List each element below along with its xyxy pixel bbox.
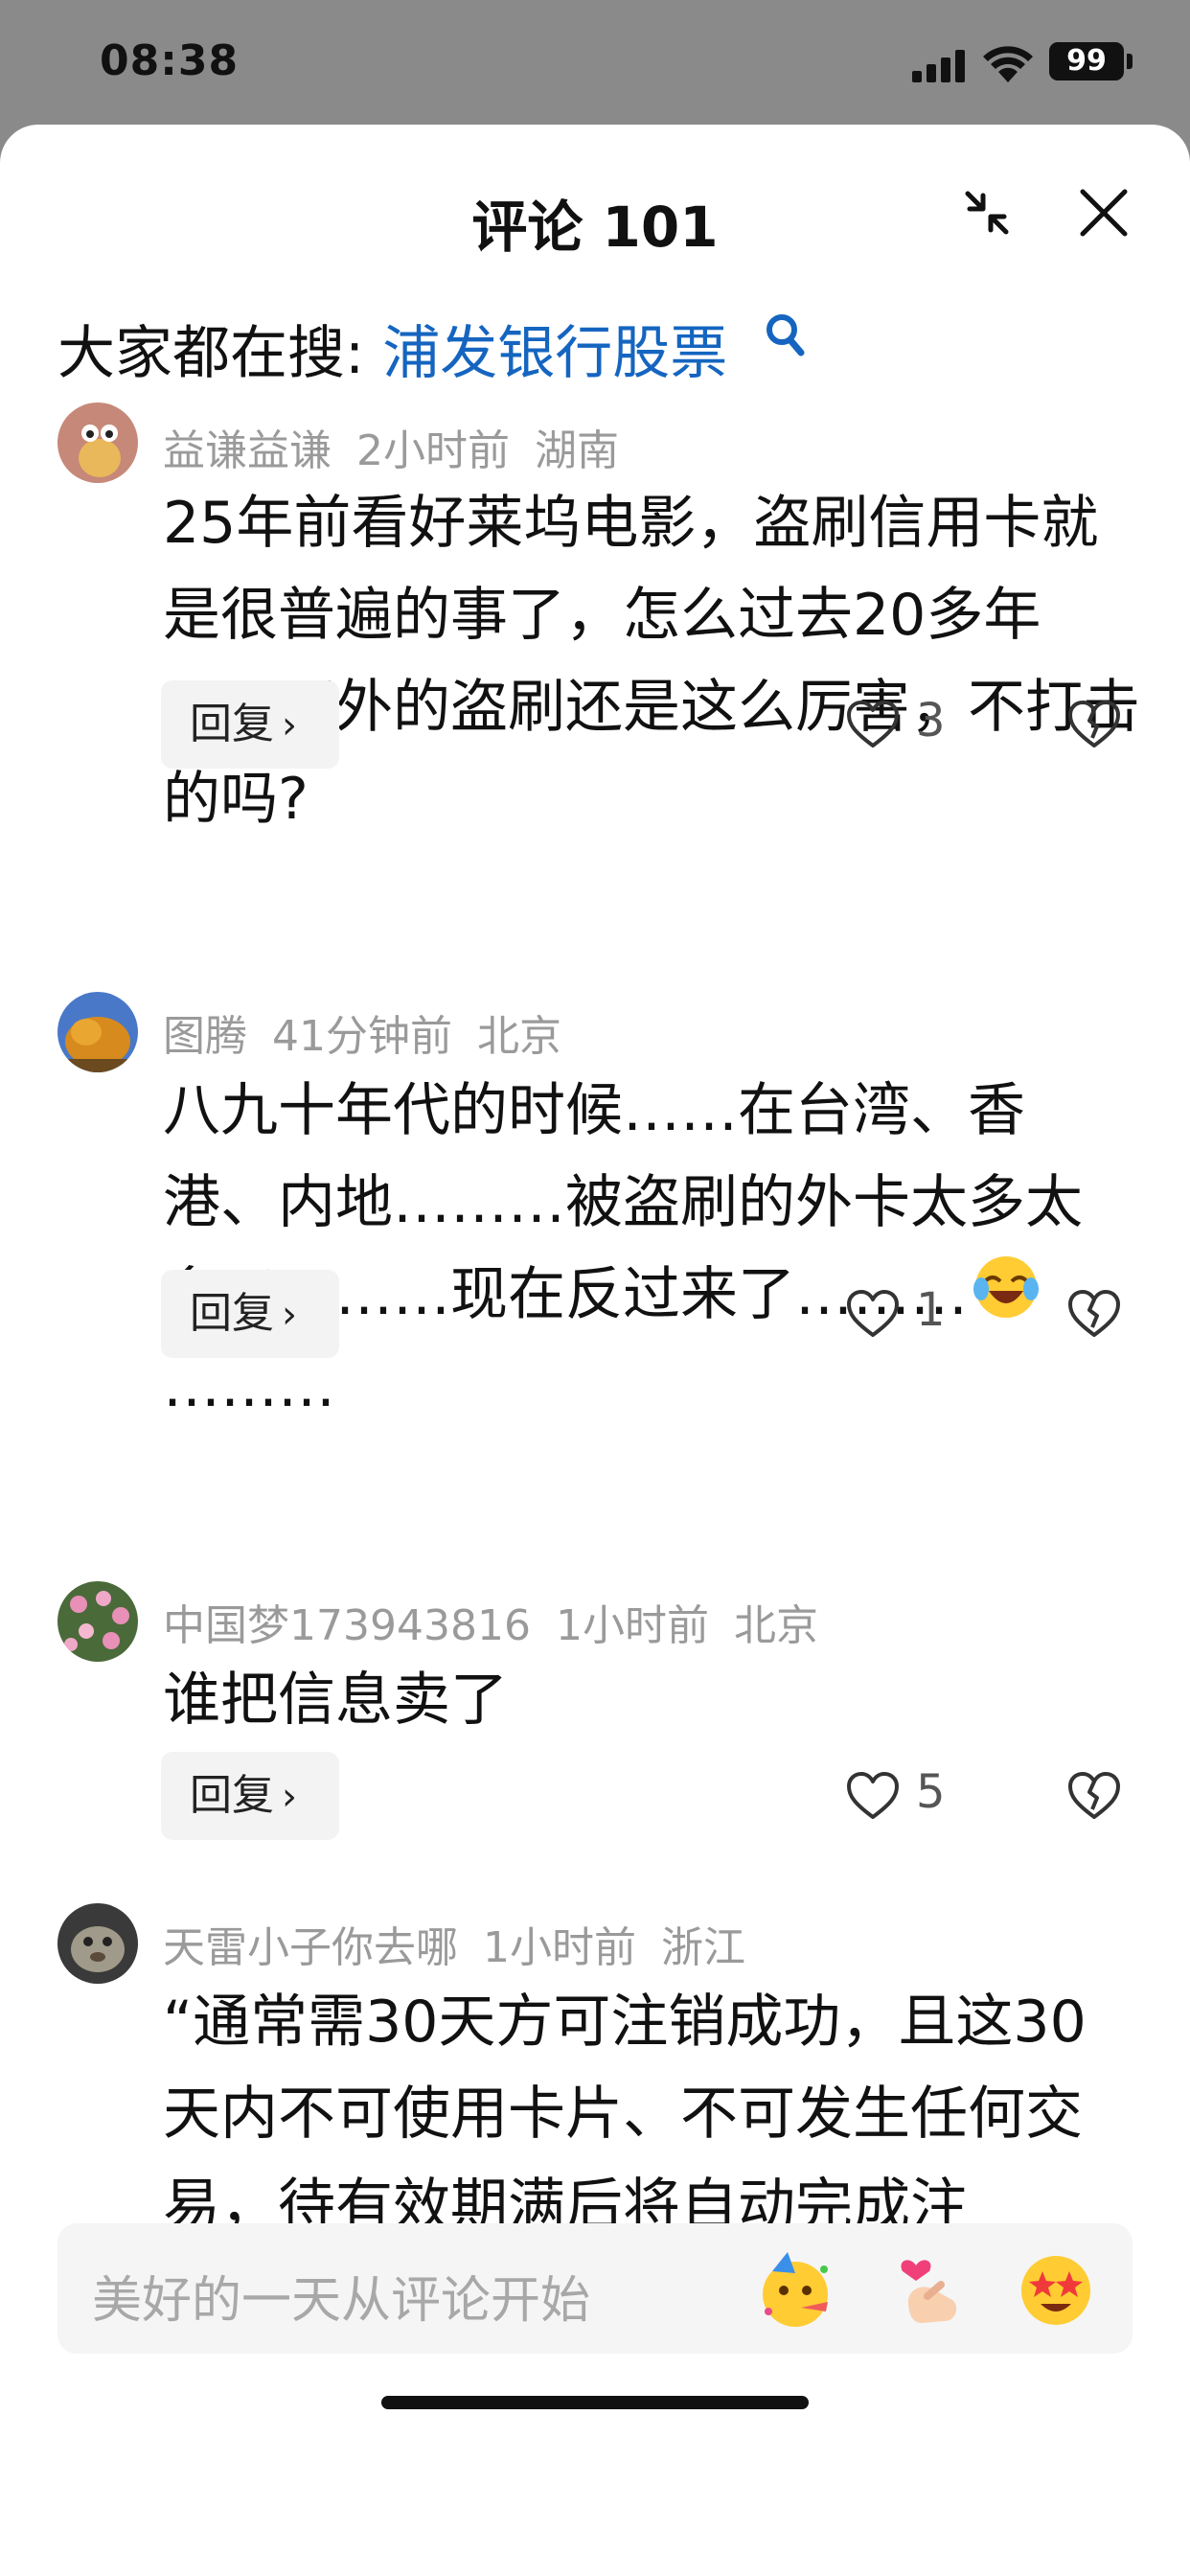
comment-meta: 益谦益谦 2小时前 湖南 [163,416,644,477]
reply-label: 回复 [190,1289,274,1338]
heart-icon[interactable] [845,1771,901,1821]
avatar[interactable] [57,1581,138,1662]
finger-heart-emoji-icon[interactable] [889,2248,973,2333]
comment-username[interactable]: 图腾 [163,1012,247,1061]
comment-location: 北京 [477,1012,561,1061]
heart-icon[interactable] [845,1289,901,1339]
comment-time: 41分钟前 [272,1012,452,1061]
comment-username[interactable]: 益谦益谦 [163,426,332,475]
comment-meta: 图腾 41分钟前 北京 [163,1001,586,1063]
comment-time: 1小时前 [555,1601,709,1650]
wifi-icon [983,46,1033,82]
like-count: 1 [916,1283,946,1337]
heart-icon[interactable] [845,700,901,749]
laughing-crying-emoji [972,1253,1041,1322]
broken-heart-icon[interactable] [1066,700,1122,749]
avatar[interactable] [57,992,138,1072]
comment-text: 八九十年代的时候……在台湾、香港、内地………被盗刷的外卡太多太多了………现在反过… [163,1065,1121,1433]
hot-search[interactable]: 大家都在搜: 浦发银行股票 [57,307,727,390]
chevron-right-icon: › [282,1293,297,1337]
reply-button[interactable]: 回复 › [161,680,339,769]
comment-meta: 天雷小子你去哪 1小时前 浙江 [163,1913,770,1974]
hot-search-prefix: 大家都在搜: [57,320,383,387]
comment-input-bar[interactable]: 美好的一天从评论开始 [57,2223,1133,2354]
comment-location: 浙江 [661,1923,745,1972]
like-count: 5 [916,1765,946,1819]
comment-text: 谁把信息卖了 [163,1667,508,1734]
party-face-emoji-icon[interactable] [753,2248,837,2333]
comment-input[interactable]: 美好的一天从评论开始 [92,2260,590,2332]
comment-item: 益谦益谦 2小时前 湖南 25年前看好莱坞电影，盗刷信用卡就是很普遍的事了，怎么过去… [0,402,1190,901]
comment-location: 湖南 [535,426,619,475]
broken-heart-icon[interactable] [1066,1771,1122,1821]
comment-meta: 中国梦173943816 1小时前 北京 [163,1591,843,1652]
battery-tip [1127,54,1133,69]
comment-time: 1小时前 [483,1923,636,1972]
avatar[interactable] [57,402,138,483]
comment-item: 中国梦173943816 1小时前 北京 谁把信息卖了 回复 › 5 [0,1581,1190,1869]
hot-search-keyword[interactable]: 浦发银行股票 [382,320,727,387]
chevron-right-icon: › [282,1775,297,1819]
like-count: 3 [916,694,946,748]
reply-label: 回复 [190,1771,274,1820]
home-indicator [381,2396,809,2409]
reply-label: 回复 [190,700,274,748]
close-icon[interactable] [1075,184,1133,242]
collapse-icon[interactable] [958,184,1016,242]
comment-time: 2小时前 [356,426,510,475]
comment-username[interactable]: 天雷小子你去哪 [163,1923,458,1972]
avatar[interactable] [57,1903,138,1984]
chevron-right-icon: › [282,703,297,748]
reply-button[interactable]: 回复 › [161,1270,339,1358]
reply-button[interactable]: 回复 › [161,1752,339,1840]
comment-item: 图腾 41分钟前 北京 八九十年代的时候……在台湾、香港、内地………被盗刷的外卡太多… [0,992,1190,1490]
status-time: 08:38 [100,36,240,85]
comment-username[interactable]: 中国梦173943816 [163,1601,531,1650]
comment-location: 北京 [733,1601,818,1650]
comment-sheet: 评论 101 大家都在搜: 浦发银行股票 益谦益谦 2小时前 湖南 25年前看好… [0,125,1190,2576]
broken-heart-icon[interactable] [1066,1289,1122,1339]
comment-text: 25年前看好莱坞电影，盗刷信用卡就是很普遍的事了，怎么过去20多年了，国外的盗刷… [163,490,1140,833]
star-struck-emoji-icon[interactable] [1014,2248,1098,2333]
search-icon[interactable] [765,312,805,356]
status-bar: 08:38 99 [0,0,1190,125]
battery-indicator: 99 [1049,42,1124,80]
comment-text-tail: ……… [163,1353,335,1420]
cellular-signal-icon [912,50,965,82]
